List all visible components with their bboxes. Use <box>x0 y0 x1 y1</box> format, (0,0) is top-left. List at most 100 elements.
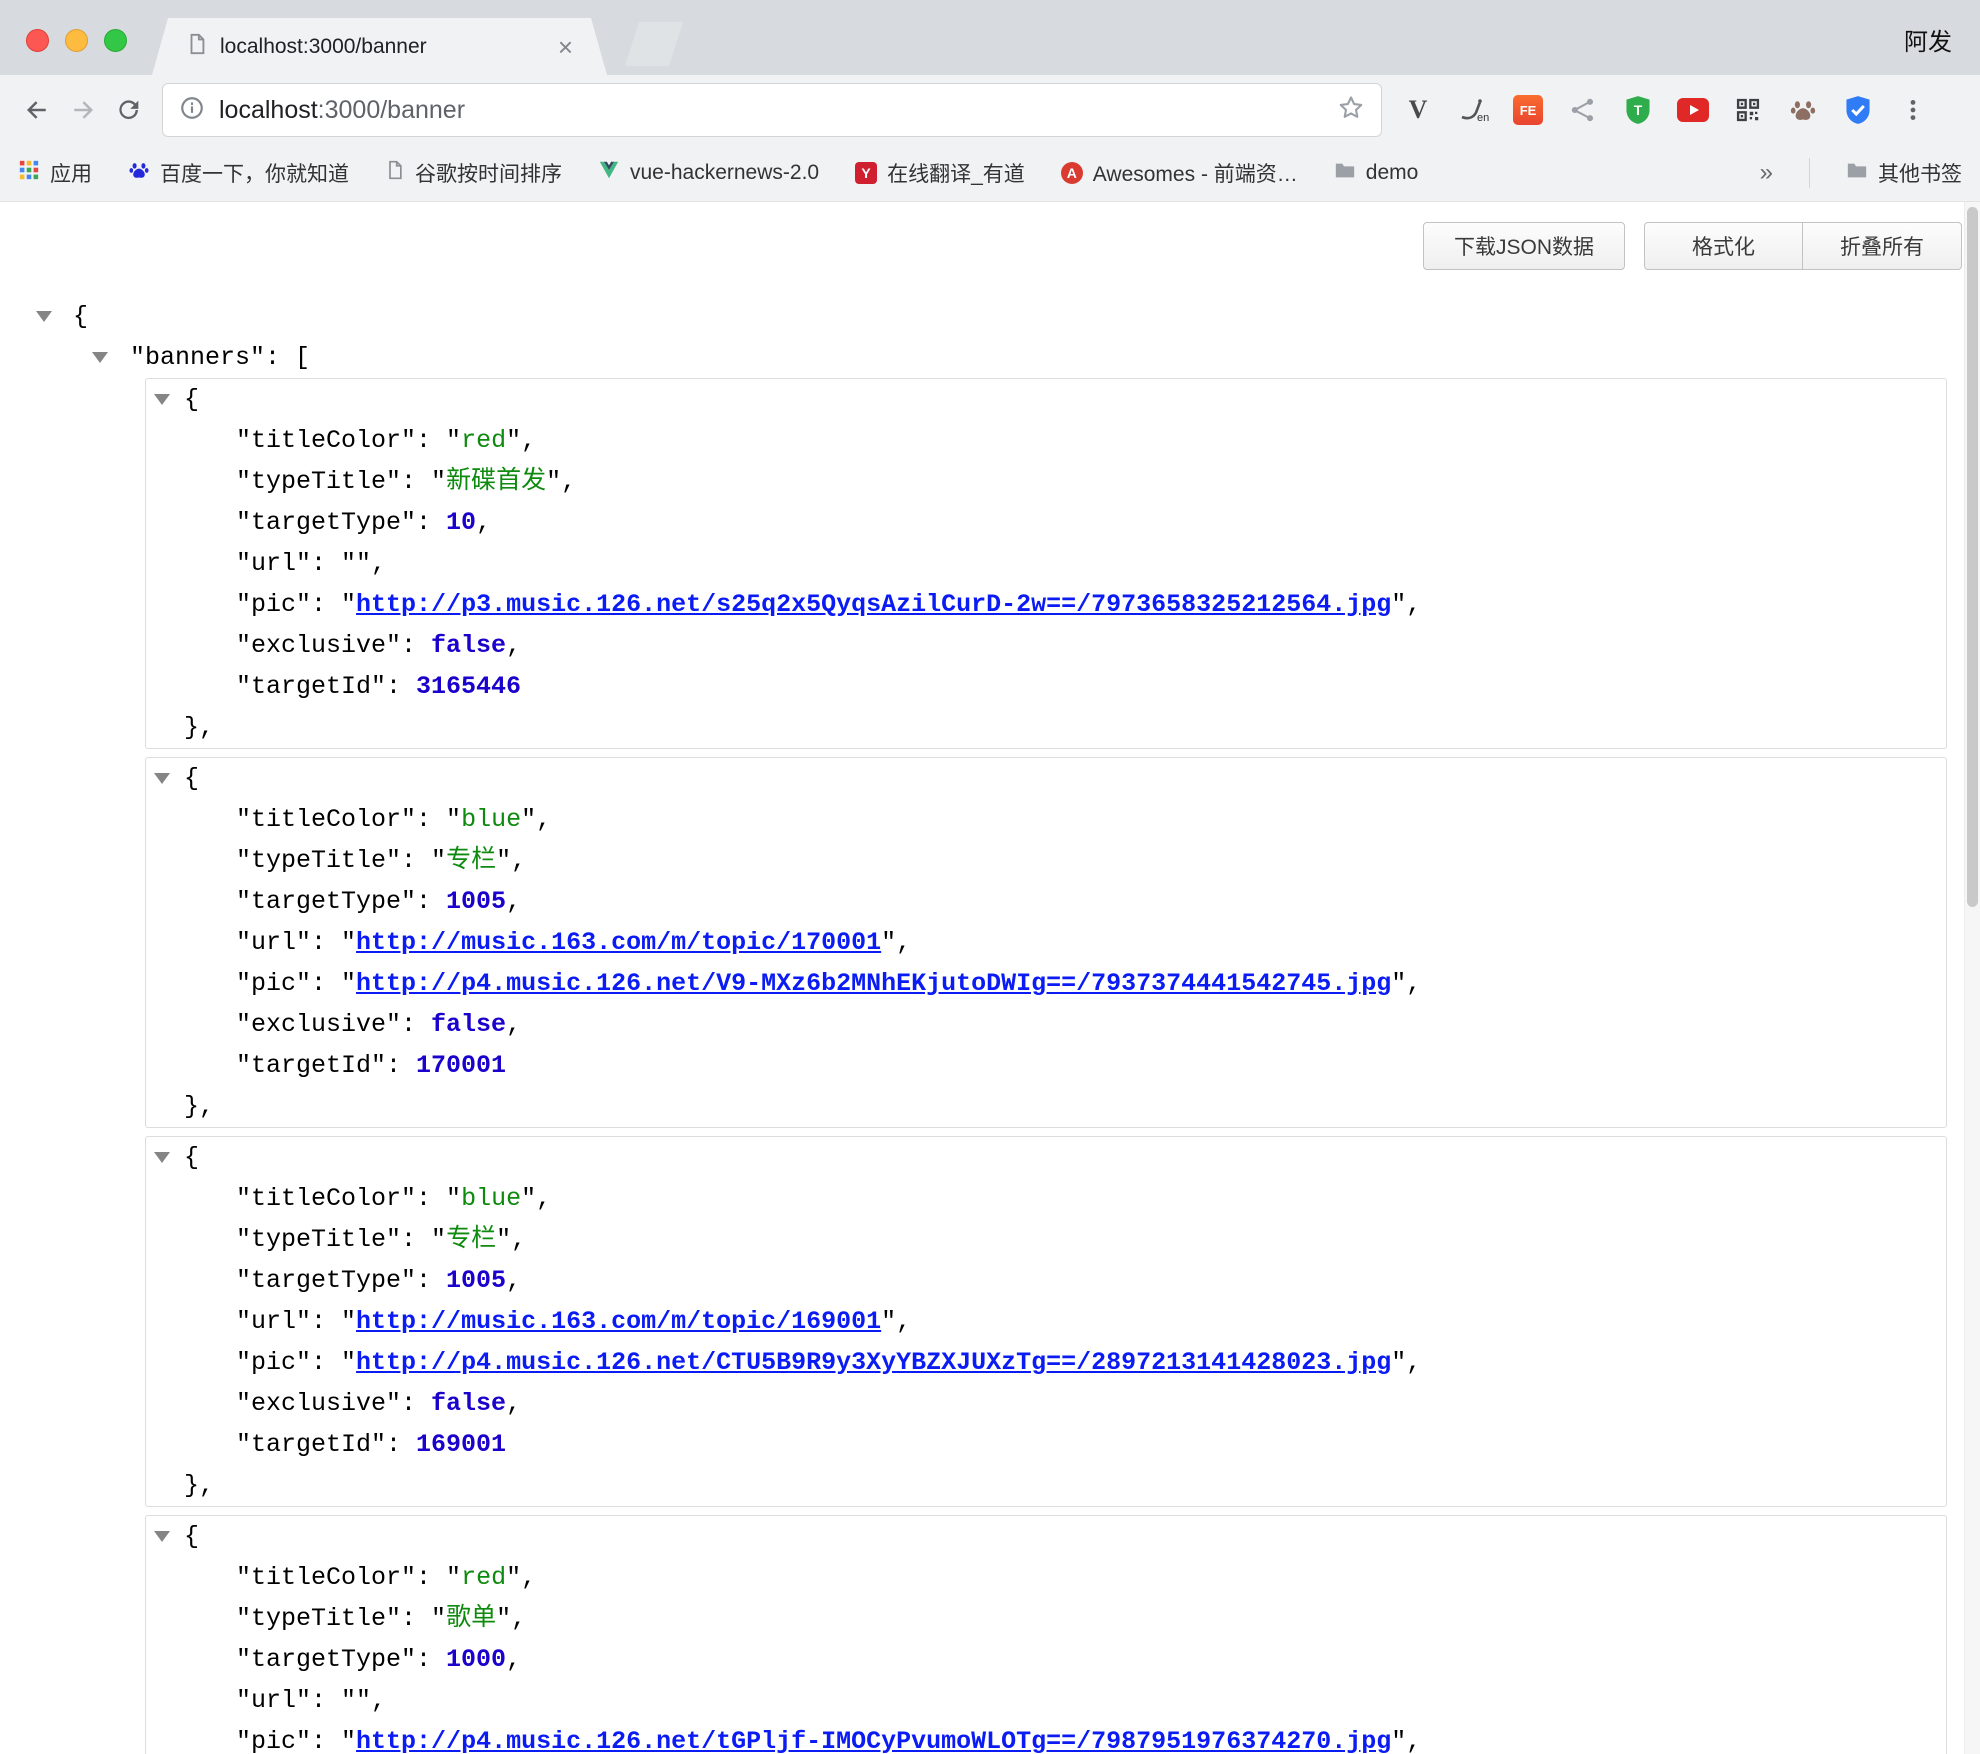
browser-window: localhost:3000/banner × 阿发 localhost:300… <box>0 0 1980 202</box>
json-url-link[interactable]: http://music.163.com/m/topic/170001 <box>356 928 881 957</box>
json-punctuation: : <box>416 426 446 455</box>
vertical-scrollbar[interactable] <box>1964 202 1980 1754</box>
collapse-toggle-icon[interactable] <box>154 773 170 784</box>
org-chart-extension-icon[interactable] <box>1565 92 1601 128</box>
json-punctuation: , <box>521 426 536 455</box>
json-property: "typeTitle": "专栏", <box>146 1219 1946 1260</box>
tab-close-icon[interactable]: × <box>558 34 573 60</box>
json-punctuation: , <box>511 846 526 875</box>
paw-extension-icon[interactable] <box>1785 92 1821 128</box>
json-punctuation: " <box>506 426 521 455</box>
download-json-button[interactable]: 下载JSON数据 <box>1423 222 1625 270</box>
fullscreen-window-button[interactable] <box>104 29 127 52</box>
collapse-toggle-icon[interactable] <box>92 352 108 363</box>
json-punctuation: }, <box>184 1092 214 1121</box>
json-punctuation: , <box>506 887 521 916</box>
collapse-toggle-icon[interactable] <box>154 1531 170 1542</box>
vimium-extension-icon[interactable]: V <box>1400 92 1436 128</box>
bookmark-youdao-translate[interactable]: Y 在线翻译_有道 <box>855 158 1025 188</box>
json-property: "targetId": 169001 <box>146 1424 1946 1465</box>
bookmark-demo-folder[interactable]: demo <box>1334 159 1419 187</box>
json-url-link[interactable]: http://p3.music.126.net/s25q2x5QyqsAzilC… <box>356 590 1391 619</box>
qr-code-extension-icon[interactable] <box>1730 92 1766 128</box>
json-property: "targetId": 170001 <box>146 1045 1946 1086</box>
bookmark-google-sort[interactable]: 谷歌按时间排序 <box>385 158 562 188</box>
json-key: "targetId" <box>236 1051 386 1080</box>
json-boolean-value: false <box>431 1389 506 1418</box>
json-property: "pic": "http://p3.music.126.net/s25q2x5Q… <box>146 584 1946 625</box>
json-url-link[interactable]: http://p4.music.126.net/CTU5B9R9y3XyYBZX… <box>356 1348 1391 1377</box>
json-property: "url": "http://music.163.com/m/topic/170… <box>146 922 1946 963</box>
reload-button[interactable] <box>106 87 152 133</box>
json-url-link[interactable]: http://p4.music.126.net/V9-MXz6b2MNhEKju… <box>356 969 1391 998</box>
json-property: "exclusive": false, <box>146 625 1946 666</box>
bookmarks-overflow-chevron[interactable]: » <box>1760 159 1773 187</box>
youtube-extension-icon[interactable] <box>1675 92 1711 128</box>
browser-tab[interactable]: localhost:3000/banner × <box>152 18 607 75</box>
json-punctuation: : <box>311 1348 341 1377</box>
json-key: "typeTitle" <box>236 467 401 496</box>
bookmark-star-icon[interactable] <box>1337 94 1365 127</box>
url-text[interactable]: localhost:3000/banner <box>219 96 1323 125</box>
bookmark-label: demo <box>1366 161 1419 185</box>
json-key: "url" <box>236 549 311 578</box>
youdao-icon: Y <box>855 162 877 184</box>
json-key: "url" <box>236 928 311 957</box>
bookmark-label: 其他书签 <box>1878 158 1962 188</box>
bookmark-awesomes[interactable]: A Awesomes - 前端资… <box>1061 158 1298 188</box>
bookmark-vue-hackernews[interactable]: vue-hackernews-2.0 <box>598 159 819 187</box>
json-punctuation: : <box>401 846 431 875</box>
collapse-toggle-icon[interactable] <box>154 394 170 405</box>
fehelper-extension-icon[interactable]: FE <box>1510 92 1546 128</box>
json-punctuation: : <box>416 1645 446 1674</box>
json-url-link[interactable]: http://music.163.com/m/topic/169001 <box>356 1307 881 1336</box>
json-string-value: 专栏 <box>446 1225 496 1254</box>
minimize-window-button[interactable] <box>65 29 88 52</box>
json-punctuation: " <box>431 1604 446 1633</box>
other-bookmarks[interactable]: 其他书签 <box>1846 158 1962 188</box>
json-property: "typeTitle": "歌单", <box>146 1598 1946 1639</box>
collapse-all-button[interactable]: 折叠所有 <box>1803 222 1962 270</box>
apps-grid-icon <box>18 159 40 187</box>
json-property: "targetType": 1005, <box>146 1260 1946 1301</box>
json-key: "banners" <box>130 343 265 372</box>
profile-name[interactable]: 阿发 <box>1904 22 1952 57</box>
json-punctuation: : [ <box>265 343 310 372</box>
json-punctuation: " <box>496 846 511 875</box>
collapse-toggle-icon[interactable] <box>36 311 52 322</box>
json-punctuation: : <box>311 1686 341 1715</box>
json-punctuation: " <box>1391 590 1406 619</box>
green-shield-extension-icon[interactable]: T <box>1620 92 1656 128</box>
browser-toolbar: localhost:3000/banner V en FE T <box>0 75 1980 145</box>
json-key: "targetType" <box>236 1645 416 1674</box>
format-button[interactable]: 格式化 <box>1644 222 1803 270</box>
address-bar[interactable]: localhost:3000/banner <box>162 83 1382 137</box>
new-tab-button[interactable] <box>625 22 683 66</box>
blue-shield-extension-icon[interactable] <box>1840 92 1876 128</box>
json-punctuation: , <box>521 1563 536 1592</box>
json-punctuation: " <box>521 805 536 834</box>
bookmark-baidu[interactable]: 百度一下，你就知道 <box>128 158 349 188</box>
back-button[interactable] <box>14 87 60 133</box>
json-punctuation: , <box>506 1010 521 1039</box>
json-key: "pic" <box>236 590 311 619</box>
json-property: "titleColor": "red", <box>146 420 1946 461</box>
json-punctuation: " <box>496 1225 511 1254</box>
forward-button[interactable] <box>60 87 106 133</box>
translate-extension-icon[interactable]: en <box>1455 92 1491 128</box>
collapse-toggle-icon[interactable] <box>154 1152 170 1163</box>
json-property: "url": "http://music.163.com/m/topic/169… <box>146 1301 1946 1342</box>
json-property: "pic": "http://p4.music.126.net/tGPljf-I… <box>146 1721 1946 1754</box>
page-info-icon[interactable] <box>179 95 205 126</box>
json-property: "titleColor": "red", <box>146 1557 1946 1598</box>
scrollbar-thumb[interactable] <box>1967 207 1978 907</box>
json-url-link[interactable]: http://p4.music.126.net/tGPljf-IMOCyPvum… <box>356 1727 1391 1754</box>
json-number-value: 10 <box>446 508 476 537</box>
json-punctuation: , <box>511 1225 526 1254</box>
bookmark-apps[interactable]: 应用 <box>18 158 92 188</box>
json-punctuation: , <box>371 1686 386 1715</box>
json-punctuation: " <box>341 1348 356 1377</box>
close-window-button[interactable] <box>26 29 49 52</box>
url-path: :3000/banner <box>318 96 465 124</box>
browser-menu-icon[interactable] <box>1895 92 1931 128</box>
